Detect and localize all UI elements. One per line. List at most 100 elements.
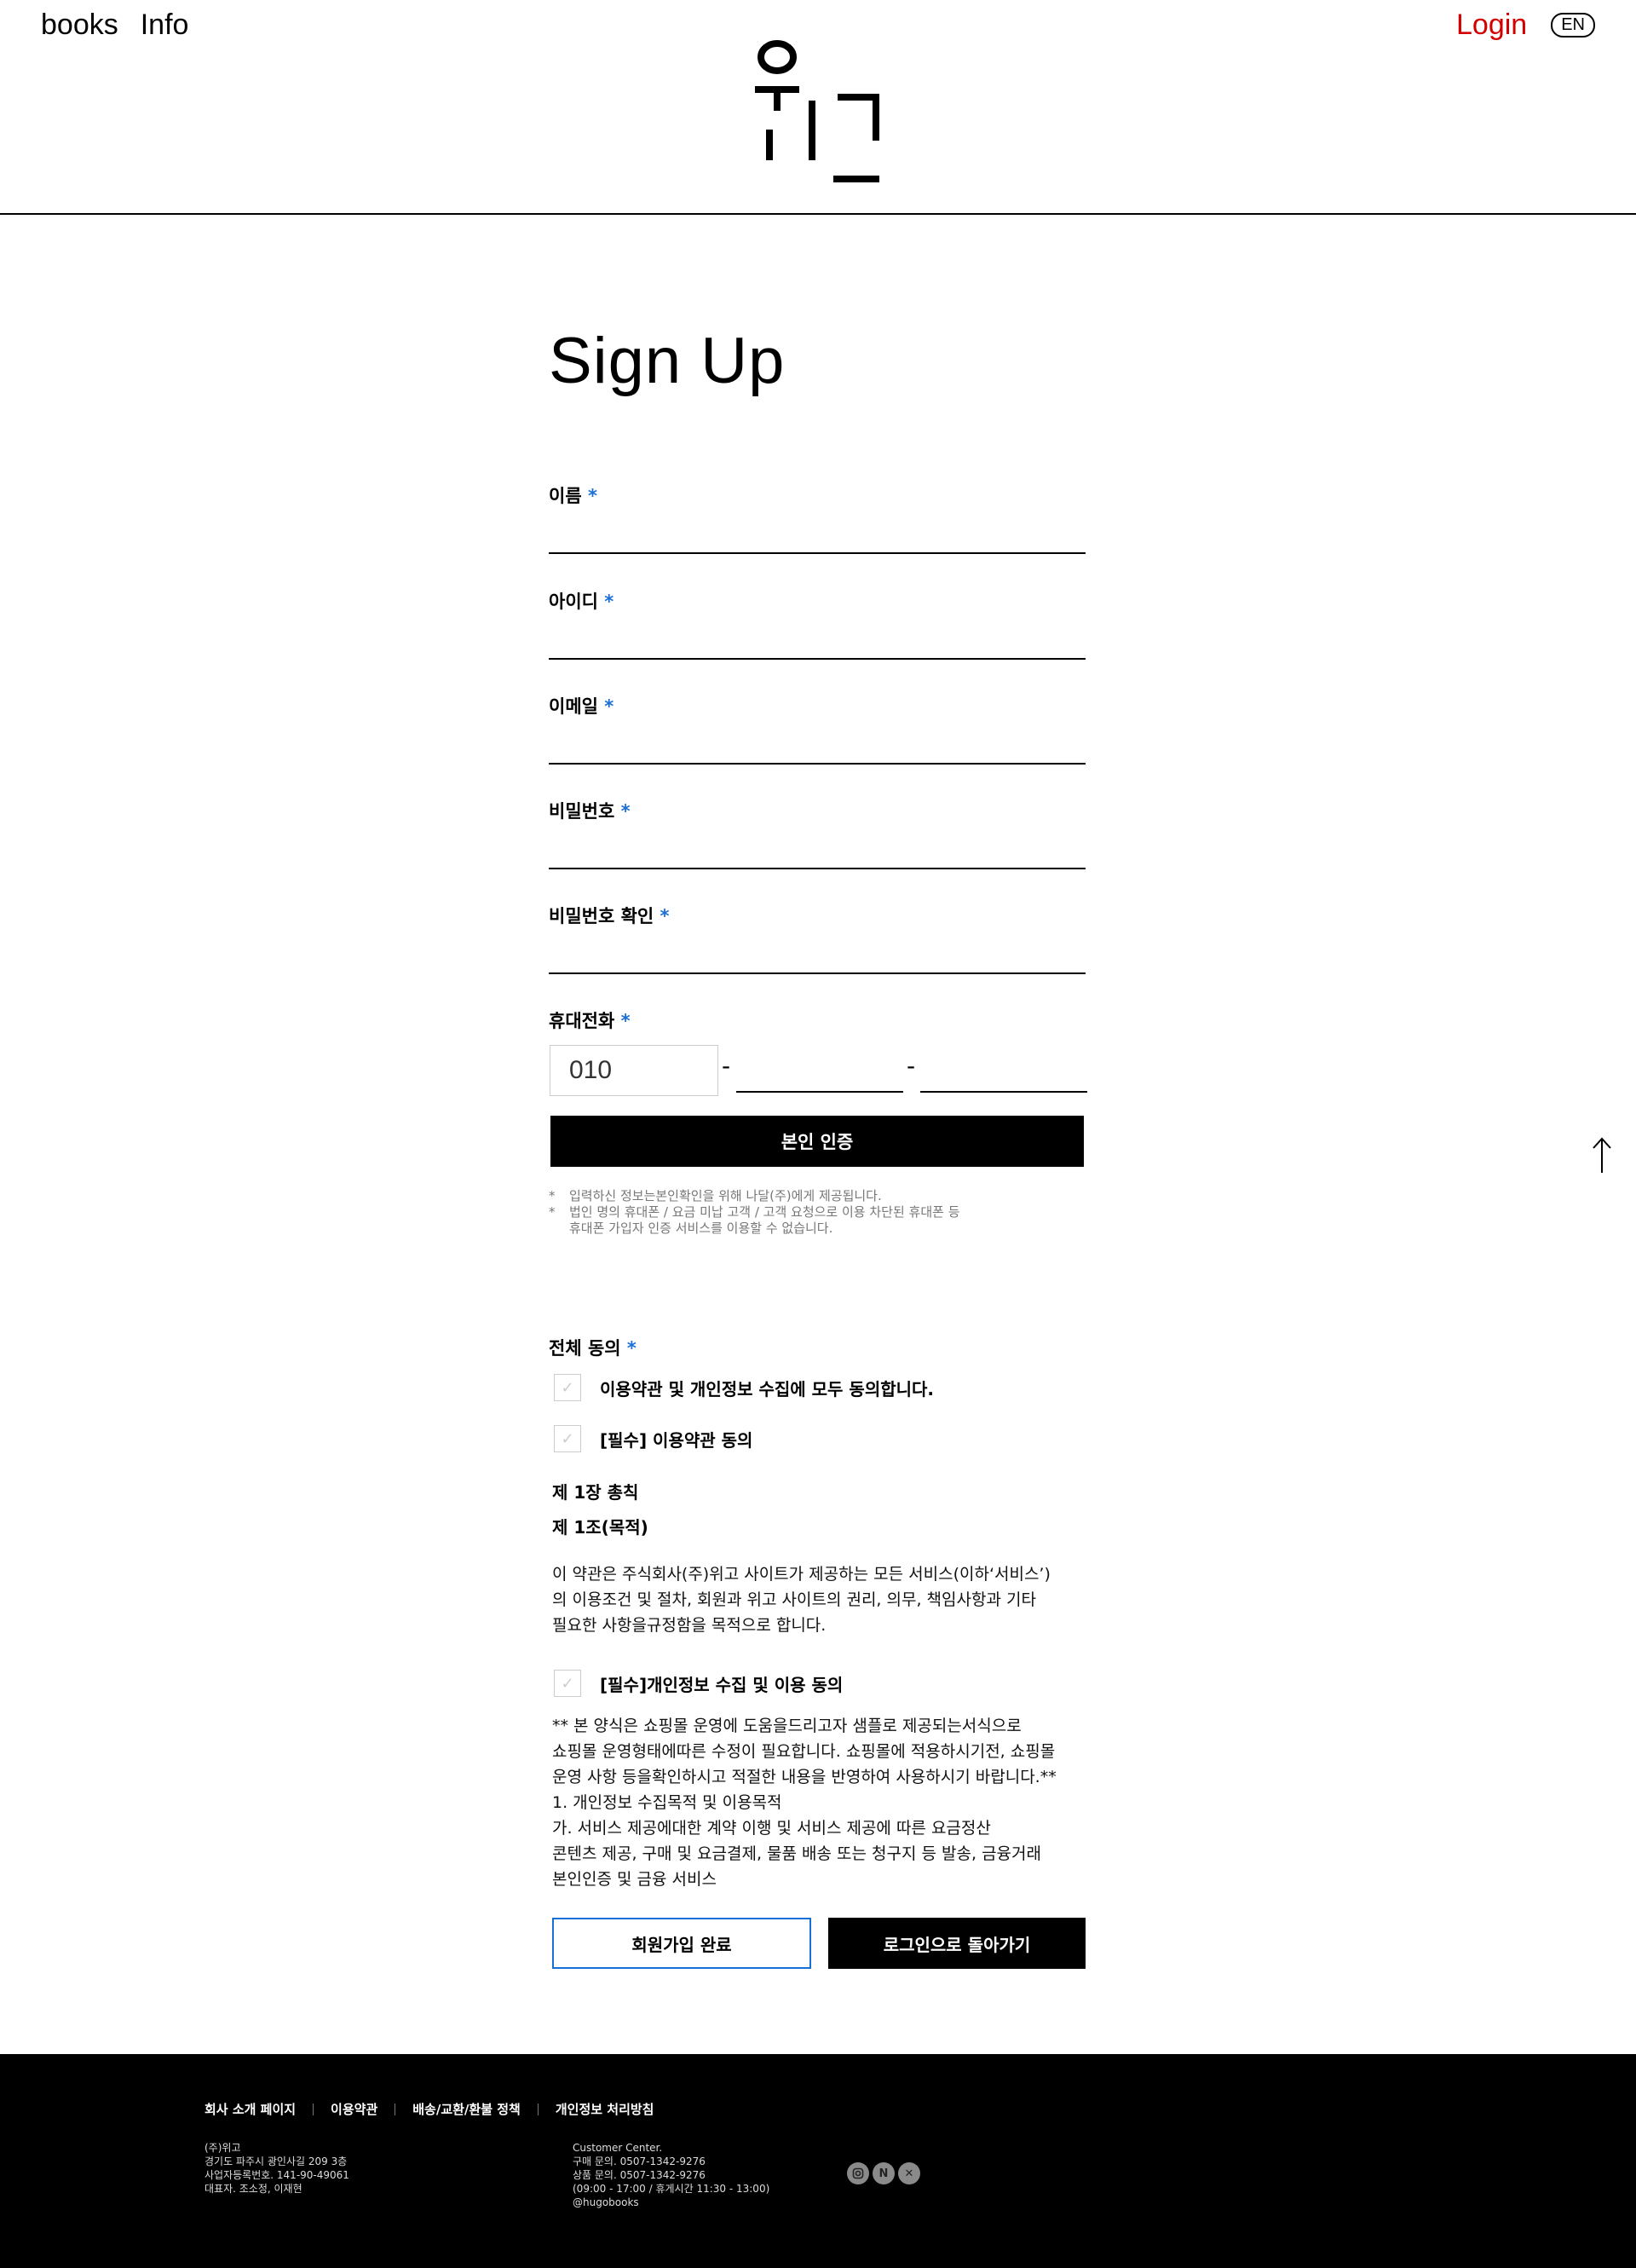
cs-line: (09:00 - 17:00 / 휴게시간 11:30 - 13:00) — [573, 2183, 770, 2195]
agree-all-row[interactable]: ✓ 이용약관 및 개인정보 수집에 모두 동의합니다. — [554, 1374, 934, 1401]
privacy-line: 1. 개인정보 수집목적 및 이용목적 — [552, 1793, 782, 1812]
privacy-label: [필수]개인정보 수집 및 이용 동의 — [600, 1674, 844, 1695]
agree-all-label: 이용약관 및 개인정보 수집에 모두 동의합니다. — [600, 1378, 935, 1399]
login-link[interactable]: Login — [1456, 9, 1527, 42]
privacy-line: 본인인증 및 금융 서비스 — [552, 1870, 717, 1889]
password-label: 비밀번호 — [549, 801, 615, 822]
company-line: 사업자등록번호. 141-90-49061 — [204, 2169, 349, 2181]
back-to-login-button[interactable]: 로그인으로 돌아가기 — [828, 1918, 1086, 1969]
site-header: books Info Login EN — [0, 0, 1636, 215]
phone-label: 휴대전화 — [549, 1011, 615, 1031]
privacy-line: ** 본 양식은 쇼핑몰 운영에 도움을드리고자 샘플로 제공되는서식으로 — [552, 1717, 1022, 1735]
nav-info-link[interactable]: Info — [141, 9, 189, 42]
privacy-line: 콘텐츠 제공, 구매 및 요금결제, 물품 배송 또는 청구지 등 발송, 금융… — [552, 1844, 1041, 1863]
agreement-title-text: 전체 동의 — [549, 1338, 621, 1359]
form-actions: 회원가입 완료 로그인으로 돌아가기 — [552, 1918, 1087, 1969]
password-confirm-field: 비밀번호 확인 * — [549, 903, 1086, 974]
x-icon[interactable]: ✕ — [898, 2162, 920, 2184]
footer-divider — [313, 2103, 314, 2115]
password-confirm-input[interactable] — [549, 944, 1086, 974]
required-mark: * — [604, 592, 614, 612]
signup-complete-button[interactable]: 회원가입 완료 — [552, 1918, 811, 1969]
privacy-body: ** 본 양식은 쇼핑몰 운영에 도움을드리고자 샘플로 제공되는서식으로 쇼핑… — [552, 1713, 1080, 1892]
phone-middle-input[interactable] — [736, 1055, 903, 1093]
footer-divider — [537, 2103, 539, 2115]
phone-inputs: 010 - - — [549, 1045, 1087, 1096]
email-input[interactable] — [549, 734, 1086, 765]
footer-link-terms[interactable]: 이용약관 — [331, 2100, 377, 2118]
note-text: 법인 명의 휴대폰 / 요금 미납 고객 / 고객 요청으로 이용 차단된 휴대… — [569, 1204, 960, 1220]
header-actions: Login EN — [1456, 9, 1595, 42]
cs-line: Customer Center. — [573, 2142, 663, 2154]
id-label: 아이디 — [549, 592, 598, 612]
terms-checkbox[interactable]: ✓ — [554, 1425, 581, 1452]
agreement-title: 전체 동의 * — [549, 1335, 637, 1360]
terms-body: 이 약관은 주식회사(주)위고 사이트가 제공하는 모든 서비스(이하‘서비스’… — [552, 1561, 1080, 1638]
required-mark: * — [620, 1011, 631, 1031]
terms-line: 의 이용조건 및 절차, 회원과 위고 사이트의 권리, 의무, 책임사항과 기… — [552, 1590, 1036, 1609]
password-field: 비밀번호 * — [549, 798, 1086, 869]
id-field: 아이디 * — [549, 588, 1086, 660]
check-icon: ✓ — [561, 1378, 574, 1397]
password-confirm-label: 비밀번호 확인 — [549, 906, 654, 926]
phone-prefix-select[interactable]: 010 — [550, 1045, 718, 1096]
privacy-line: 운영 사항 등을확인하시고 적절한 내용을 반영하여 사용하시기 바랍니다.** — [552, 1768, 1057, 1786]
language-toggle-button[interactable]: EN — [1551, 13, 1595, 38]
email-label: 이메일 — [549, 696, 598, 717]
privacy-line: 가. 서비스 제공에대한 계약 이행 및 서비스 제공에 따른 요금정산 — [552, 1819, 991, 1838]
privacy-line: 쇼핑몰 운영형태에따른 수정이 필요합니다. 쇼핑몰에 적용하시기전, 쇼핑몰 — [552, 1742, 1056, 1761]
check-icon: ✓ — [561, 1429, 574, 1448]
signup-form: Sign Up 이름 * 아이디 * 이메일 * 비밀번호 * 비밀번호 확인 … — [549, 324, 1087, 1969]
wigo-logo[interactable] — [750, 34, 886, 188]
required-mark: * — [660, 906, 670, 926]
cs-line: 구매 문의. 0507-1342-9276 — [573, 2155, 706, 2167]
terms-article-heading: 제 1조(목적) — [552, 1517, 648, 1538]
page-title: Sign Up — [549, 325, 786, 397]
phone-dash: - — [722, 1052, 731, 1080]
required-mark: * — [620, 801, 631, 822]
footer-links: 회사 소개 페이지 이용약관 배송/교환/환불 정책 개인정보 처리방침 — [204, 2100, 654, 2118]
privacy-checkbox[interactable]: ✓ — [554, 1670, 581, 1697]
phone-dash: - — [907, 1052, 916, 1080]
required-mark: * — [626, 1338, 637, 1359]
company-line: 경기도 파주시 광인사길 209 3층 — [204, 2155, 348, 2167]
company-info: (주)위고 경기도 파주시 광인사길 209 3층 사업자등록번호. 141-9… — [204, 2141, 349, 2196]
terms-line: 필요한 사항을규정함을 목적으로 합니다. — [552, 1616, 827, 1635]
scroll-top-arrow-icon[interactable] — [1590, 1137, 1614, 1174]
footer-link-about[interactable]: 회사 소개 페이지 — [204, 2100, 296, 2118]
main-nav: books Info — [41, 9, 188, 42]
required-mark: * — [604, 696, 614, 717]
customer-center-info: Customer Center. 구매 문의. 0507-1342-9276 상… — [573, 2141, 769, 2209]
nav-books-link[interactable]: books — [41, 9, 118, 42]
company-line: 대표자. 조소정, 이재현 — [204, 2183, 302, 2195]
terms-chapter-heading: 제 1장 총칙 — [552, 1482, 639, 1503]
cs-line: 상품 문의. 0507-1342-9276 — [573, 2169, 706, 2181]
phone-field: 휴대전화 * — [549, 1007, 1086, 1033]
footer-link-privacy[interactable]: 개인정보 처리방침 — [556, 2100, 654, 2118]
instagram-icon[interactable] — [847, 2162, 869, 2184]
name-field: 이름 * — [549, 482, 1086, 554]
name-label: 이름 — [549, 486, 582, 506]
verification-notes: * 입력하신 정보는본인확인을 위해 나달(주)에게 제공됩니다. * 법인 명의 … — [549, 1188, 960, 1236]
terms-label: [필수] 이용약관 동의 — [600, 1429, 753, 1451]
id-input[interactable] — [549, 629, 1086, 660]
note-text: 휴대폰 가입자 인증 서비스를 이용할 수 없습니다. — [569, 1221, 833, 1236]
cs-instagram-handle[interactable]: @hugobooks — [573, 2196, 769, 2209]
privacy-agree-row[interactable]: ✓ [필수]개인정보 수집 및 이용 동의 — [554, 1670, 843, 1697]
note-text: 입력하신 정보는본인확인을 위해 나달(주)에게 제공됩니다. — [569, 1188, 882, 1203]
terms-line: 이 약관은 주식회사(주)위고 사이트가 제공하는 모든 서비스(이하‘서비스’… — [552, 1565, 1051, 1584]
site-footer: 회사 소개 페이지 이용약관 배송/교환/환불 정책 개인정보 처리방침 (주)… — [0, 2054, 1636, 2268]
verify-identity-button[interactable]: 본인 인증 — [550, 1116, 1084, 1167]
check-icon: ✓ — [561, 1674, 574, 1693]
company-line: (주)위고 — [204, 2142, 241, 2154]
required-mark: * — [587, 486, 597, 506]
password-input[interactable] — [549, 839, 1086, 869]
name-input[interactable] — [549, 523, 1086, 554]
social-links: N ✕ — [847, 2162, 920, 2184]
phone-last-input[interactable] — [920, 1055, 1087, 1093]
terms-agree-row[interactable]: ✓ [필수] 이용약관 동의 — [554, 1425, 752, 1452]
email-field: 이메일 * — [549, 693, 1086, 765]
agree-all-checkbox[interactable]: ✓ — [554, 1374, 581, 1401]
naver-icon[interactable]: N — [873, 2162, 895, 2184]
footer-link-shipping[interactable]: 배송/교환/환불 정책 — [412, 2100, 521, 2118]
